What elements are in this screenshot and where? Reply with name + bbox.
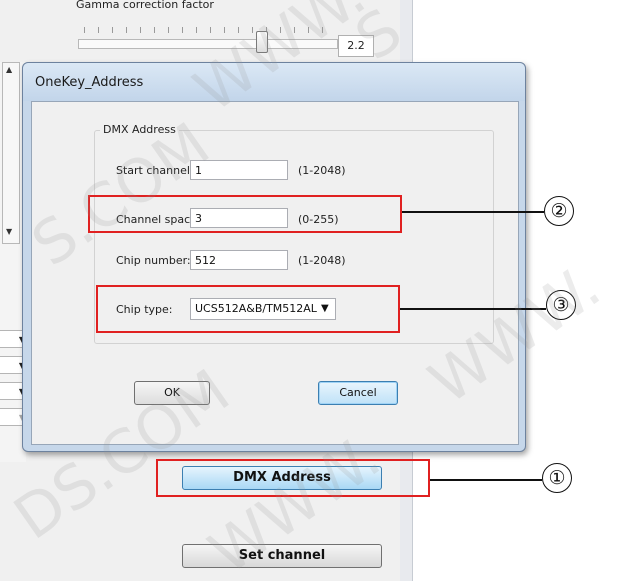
ok-button[interactable]: OK (134, 381, 210, 405)
scroll-down-icon[interactable]: ▼ (6, 227, 12, 236)
gamma-value-field[interactable]: 2.2 (338, 35, 374, 57)
group-title: DMX Address (100, 123, 179, 136)
start-channel-range: (1-2048) (298, 164, 346, 177)
marker-3: ③ (546, 290, 576, 320)
chip-number-input[interactable]: 512 (190, 250, 288, 270)
set-channel-button[interactable]: Set channel (182, 544, 382, 568)
chip-number-label: Chip number: (116, 254, 191, 267)
chip-type-highlight (96, 285, 400, 333)
leader-line-2 (402, 211, 544, 213)
scroll-up-icon[interactable]: ▲ (6, 65, 12, 74)
start-channel-input[interactable]: 1 (190, 160, 288, 180)
dialog-title: OneKey_Address (35, 75, 144, 90)
gamma-label: Gamma correction factor (76, 0, 214, 10)
start-channel-label: Start channel: (116, 164, 194, 177)
leader-line-1 (430, 479, 542, 481)
channel-space-highlight (88, 195, 402, 233)
onekey-address-dialog: OneKey_Address DMX Address Start channel… (22, 62, 526, 452)
cancel-button[interactable]: Cancel (318, 381, 398, 405)
marker-2: ② (544, 196, 574, 226)
leader-line-3 (400, 308, 546, 310)
gamma-slider-track[interactable] (78, 39, 338, 49)
marker-1: ① (542, 463, 572, 493)
chip-number-range: (1-2048) (298, 254, 346, 267)
gamma-slider-ticks (84, 27, 336, 33)
gamma-slider-thumb[interactable] (256, 31, 268, 53)
dmx-address-highlight (156, 459, 430, 497)
dialog-client-area: DMX Address Start channel: 1 (1-2048) Ch… (31, 101, 519, 445)
left-scrollbar[interactable]: ▲ ▼ (2, 62, 20, 244)
